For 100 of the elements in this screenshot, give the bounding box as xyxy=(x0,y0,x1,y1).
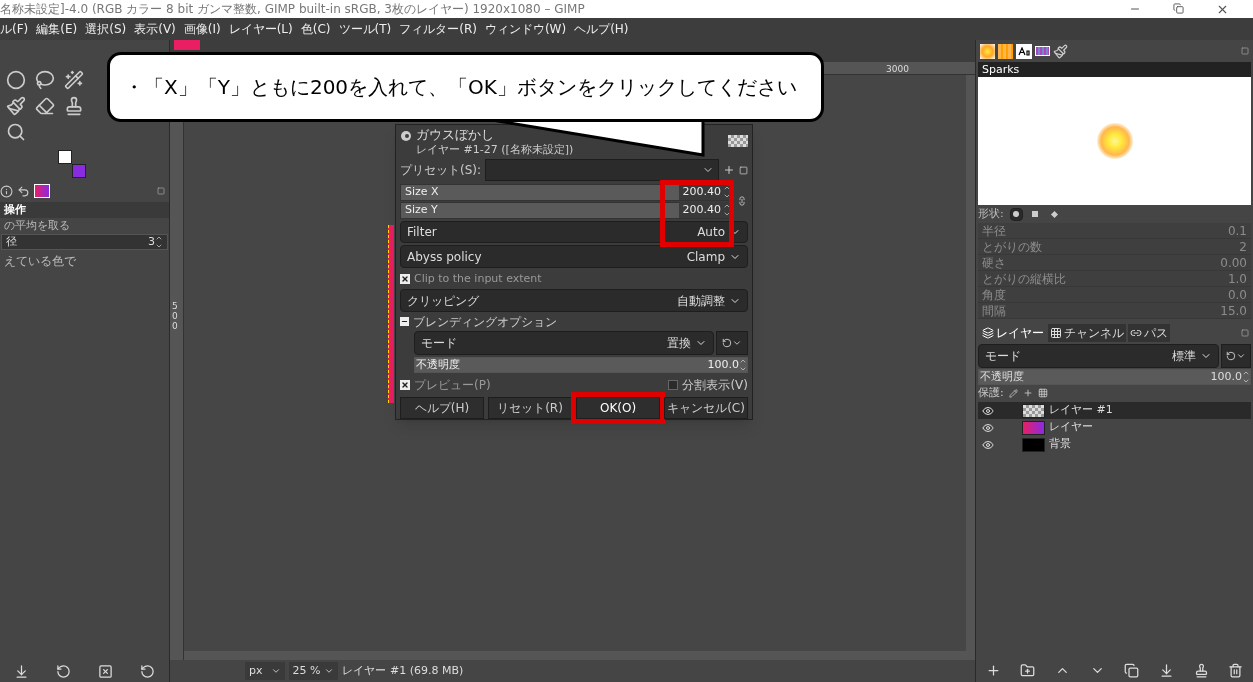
lock-alpha-icon[interactable] xyxy=(1037,388,1048,398)
image-tab-thumbnail[interactable] xyxy=(174,40,200,50)
restore-icon[interactable] xyxy=(1173,2,1184,14)
panel-tab[interactable]: パス xyxy=(1128,324,1170,342)
size-field[interactable]: Size Y 200.40 xyxy=(400,201,732,219)
checkbox-label: Clip to the input extent xyxy=(414,270,542,287)
eye-icon[interactable] xyxy=(982,404,994,417)
lock-pixels-icon[interactable] xyxy=(1008,388,1018,398)
reset-icon[interactable] xyxy=(55,663,71,679)
field-value: 200.40 xyxy=(682,183,721,200)
size-field[interactable]: Size X 200.40 xyxy=(400,183,732,201)
dialog-button[interactable]: キャンセル(C) xyxy=(664,397,748,419)
stamp-icon[interactable] xyxy=(64,96,84,116)
shape-button[interactable] xyxy=(1009,207,1023,221)
field-label: Size Y xyxy=(405,201,438,218)
menu-item[interactable]: ウィンドウ(W) xyxy=(484,20,567,38)
ruler-label: 500 xyxy=(172,302,179,332)
dialog-button[interactable]: ヘルプ(H) xyxy=(400,397,484,419)
opacity-slider[interactable]: 不透明度 100.0 xyxy=(978,369,1251,385)
checkbox[interactable] xyxy=(400,273,410,284)
layer-name: 背景 xyxy=(1049,436,1071,453)
mask-icon[interactable] xyxy=(1193,662,1209,678)
parameter-value: 0.1 xyxy=(1227,222,1247,240)
dialog-title: ガウスぼかし xyxy=(416,127,495,144)
field-label: 径 xyxy=(6,233,17,250)
composite-dropdown[interactable] xyxy=(716,331,748,356)
info-icon[interactable] xyxy=(0,184,13,198)
lock-position-icon[interactable] xyxy=(1022,388,1033,398)
pattern-tab-icon[interactable] xyxy=(998,43,1013,59)
menu-item[interactable]: 編集(E) xyxy=(36,20,78,38)
unit-dropdown[interactable]: px xyxy=(245,662,285,680)
filter-dropdown[interactable]: Filter Auto xyxy=(400,220,748,244)
checkbox[interactable] xyxy=(668,379,679,390)
dialog-button[interactable]: リセット(R) xyxy=(488,397,572,419)
dropdown-label: Abyss policy xyxy=(407,248,482,266)
menu-item[interactable]: ル(F) xyxy=(0,20,29,38)
duplicate-icon[interactable] xyxy=(1124,662,1140,678)
parameter-value: 2 xyxy=(1239,238,1247,256)
background-color-swatch[interactable] xyxy=(72,164,86,178)
search-icon[interactable] xyxy=(6,122,26,142)
chain-link-icon[interactable] xyxy=(737,196,747,207)
clipping-dropdown[interactable]: クリッピング 自動調整 xyxy=(400,289,748,313)
layer-row[interactable]: レイヤー #1 xyxy=(978,402,1251,419)
layer-row[interactable]: 背景 xyxy=(978,436,1251,453)
delete-icon[interactable] xyxy=(98,663,114,679)
new-group-icon[interactable] xyxy=(1020,662,1036,678)
abyss-policy-dropdown[interactable]: Abyss policy Clamp xyxy=(400,245,748,269)
mode-dropdown[interactable]: モード 置換 xyxy=(414,331,714,356)
menu-item[interactable]: 画像(I) xyxy=(183,20,221,38)
horizontal-scrollbar[interactable] xyxy=(184,651,975,660)
menu-item[interactable]: ツール(T) xyxy=(338,20,392,38)
parameter-label: 硬さ xyxy=(982,254,1006,272)
palette-tab-icon[interactable] xyxy=(1035,46,1050,56)
panel-tab[interactable]: レイヤー xyxy=(980,324,1046,342)
mode-dropdown[interactable]: モード 標準 xyxy=(978,344,1219,368)
status-text: レイヤー #1 (69.8 MB) xyxy=(342,662,464,679)
menu-item[interactable]: 選択(S) xyxy=(85,20,127,38)
dropdown-value: 自動調整 xyxy=(677,292,725,310)
delete-icon[interactable] xyxy=(1228,662,1244,678)
vertical-scrollbar[interactable] xyxy=(966,75,975,651)
paintbrush-icon[interactable] xyxy=(1053,43,1068,59)
lasso-icon[interactable] xyxy=(35,70,55,90)
brush-tab-icon[interactable] xyxy=(980,43,995,59)
magic-wand-icon[interactable] xyxy=(64,70,84,90)
new-layer-icon[interactable] xyxy=(985,662,1001,678)
layers-icon xyxy=(982,327,994,339)
ellipse-select-icon[interactable] xyxy=(6,70,26,90)
composite-dropdown[interactable] xyxy=(1221,344,1251,368)
opacity-slider[interactable]: 不透明度 100.0 xyxy=(414,357,748,374)
radius-field[interactable]: 径 3 xyxy=(1,234,168,250)
parameter-label: とがりの縦横比 xyxy=(982,270,1066,288)
foreground-color-swatch[interactable] xyxy=(58,150,72,164)
layer-thumbnail xyxy=(728,135,748,147)
menu-item[interactable]: ヘルプ(H) xyxy=(574,20,629,38)
expander-icon[interactable] xyxy=(400,317,409,327)
restore-icon[interactable] xyxy=(140,663,156,679)
checkbox[interactable] xyxy=(400,379,410,390)
menu-item[interactable]: フィルター(R) xyxy=(399,20,477,38)
brush-name-field[interactable]: Sparks xyxy=(978,62,1251,77)
preset-menu-icon[interactable] xyxy=(739,165,748,175)
undo-icon[interactable] xyxy=(17,184,30,198)
caret-icon xyxy=(1236,351,1246,361)
eye-icon[interactable] xyxy=(982,438,994,451)
menu-item[interactable]: 表示(V) xyxy=(134,20,176,38)
paintbrush-icon[interactable] xyxy=(6,96,26,116)
add-preset-icon[interactable] xyxy=(723,164,735,177)
menu-item[interactable]: レイヤー(L) xyxy=(228,20,293,38)
menu-item[interactable]: 色(C) xyxy=(300,20,331,38)
eraser-icon[interactable] xyxy=(35,96,55,116)
zoom-dropdown[interactable]: 25 % xyxy=(288,662,339,680)
caret-icon xyxy=(270,666,281,676)
panel-tab[interactable]: チャンネル xyxy=(1048,324,1126,342)
preset-dropdown[interactable] xyxy=(485,159,719,182)
font-tab-icon[interactable] xyxy=(1016,43,1032,59)
dropdown-value: Auto xyxy=(697,224,725,242)
layer-row[interactable]: レイヤー xyxy=(978,419,1251,436)
parameter-value: 1.0 xyxy=(1227,270,1247,288)
layer-name: レイヤー #1 xyxy=(1049,402,1113,419)
eye-icon[interactable] xyxy=(982,421,994,434)
gradient-tab-icon[interactable] xyxy=(34,184,50,198)
